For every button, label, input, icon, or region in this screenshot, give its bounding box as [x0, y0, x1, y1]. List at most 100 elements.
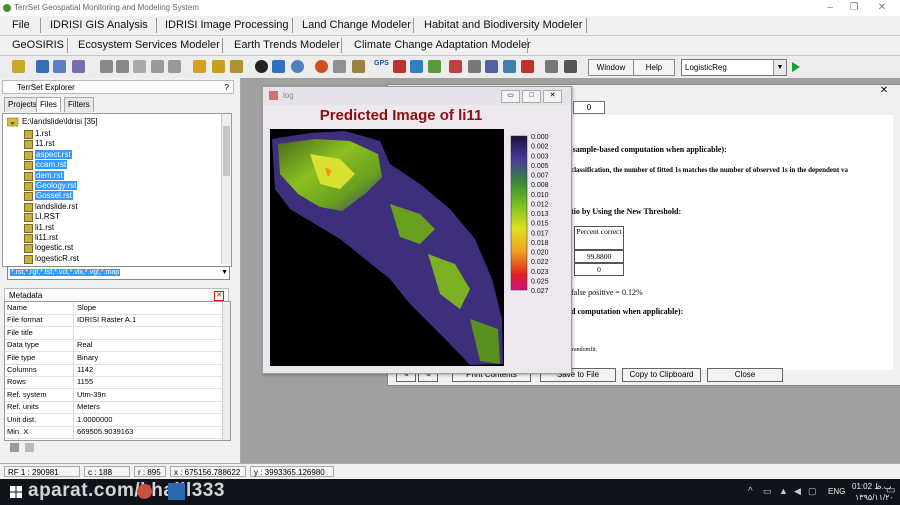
metadata-row[interactable]: Ref. system Utm-39n — [5, 388, 222, 402]
file-item[interactable]: aspect.rst — [24, 149, 72, 160]
zoom-out-icon[interactable] — [116, 60, 129, 73]
folder-path[interactable]: E:\landslide\ldrisi [35] — [22, 116, 98, 127]
file-item[interactable]: logestic.rst — [24, 242, 73, 254]
print-icon[interactable] — [545, 60, 558, 73]
notification-icon[interactable]: ▭ — [886, 485, 895, 496]
folder-open-icon[interactable] — [7, 117, 19, 127]
close-button[interactable]: Close — [707, 368, 783, 382]
chevron-down-icon[interactable]: ▼ — [773, 60, 786, 75]
metadata-row[interactable]: Min. X 669505.9039163 — [5, 426, 222, 439]
maximize-icon[interactable]: □ — [522, 90, 541, 103]
edit-icon[interactable] — [212, 60, 225, 73]
histogram-icon[interactable] — [393, 60, 406, 73]
metadata-row[interactable]: File type Binary — [5, 351, 222, 365]
language-indicator[interactable]: ENG — [828, 487, 845, 496]
file-item[interactable]: logesticR.rst — [24, 253, 79, 264]
metadata-row[interactable]: Columns 1142 — [5, 364, 222, 377]
open-file-icon[interactable] — [12, 60, 25, 73]
metadata-row[interactable]: Unit dist. 1.0000000 — [5, 413, 222, 427]
module-select[interactable]: LogisticReg ▼ — [681, 59, 787, 76]
layer-icon[interactable] — [72, 60, 85, 73]
tray-network-icon[interactable]: ▲ — [779, 486, 788, 496]
scale-icon[interactable] — [272, 60, 285, 73]
taskbar-app-icon[interactable] — [137, 484, 152, 499]
file-item[interactable]: Gossel.rst — [24, 190, 74, 202]
file-item[interactable]: 11.rst — [24, 138, 54, 150]
windows-start-icon[interactable] — [10, 486, 22, 498]
table-icon[interactable] — [468, 60, 481, 73]
image-display-window[interactable]: log ▭ □ ✕ Predicted Image of li11 0.000 … — [262, 86, 572, 374]
close-icon[interactable]: ✕ — [543, 90, 562, 103]
maximize-icon[interactable]: ❐ — [842, 1, 866, 15]
menu-gis-analysis[interactable]: IDRISI GIS Analysis — [46, 19, 152, 31]
info-icon[interactable] — [255, 60, 268, 73]
metadata-revert-icon[interactable] — [25, 443, 34, 452]
help-button[interactable]: Help — [633, 59, 675, 76]
composer-icon[interactable] — [53, 60, 66, 73]
file-item[interactable]: dem.rst — [24, 170, 64, 181]
metadata-save-icon[interactable] — [10, 443, 19, 452]
chevron-down-icon[interactable]: ▼ — [221, 267, 228, 279]
tray-battery-icon[interactable]: ▭ — [763, 486, 772, 497]
file-item[interactable]: landslide.rst — [24, 201, 78, 212]
file-item[interactable]: Geology.rst — [24, 180, 78, 191]
stretch-icon[interactable] — [428, 60, 441, 73]
tab-files[interactable]: Files — [36, 97, 61, 112]
help-icon[interactable]: ? — [225, 81, 229, 95]
shortcut-icon[interactable] — [521, 60, 534, 73]
macro-icon[interactable] — [449, 60, 462, 73]
file-list-scrollbar[interactable] — [221, 114, 231, 264]
close-icon[interactable]: ✕ — [868, 85, 900, 99]
placemark-icon[interactable] — [352, 60, 365, 73]
menu-climate-change[interactable]: Climate Change Adaptation Modeler — [350, 39, 535, 51]
gps-icon[interactable]: GPS — [374, 60, 389, 67]
calculator-icon[interactable] — [564, 60, 577, 73]
tab-filters[interactable]: Filters — [64, 97, 94, 112]
save-vector-icon[interactable] — [230, 60, 243, 73]
file-item[interactable]: LI.RST — [24, 211, 60, 223]
metadata-row[interactable]: File format IDRISI Raster A.1 — [5, 314, 222, 328]
minimize-icon[interactable]: – — [818, 1, 842, 15]
file-item[interactable]: 1.rst — [24, 128, 51, 139]
tray-chevron-icon[interactable]: ^ — [748, 486, 753, 497]
pan-icon[interactable] — [133, 60, 146, 73]
menu-image-processing[interactable]: IDRISI Image Processing — [161, 19, 293, 31]
copy-to-clipboard-button[interactable]: Copy to Clipboard — [622, 368, 701, 382]
tray-message-icon[interactable]: ▢ — [808, 486, 817, 497]
file-item[interactable]: li11.rst — [24, 232, 58, 243]
metadata-row[interactable]: File title — [5, 326, 222, 340]
menu-file[interactable]: File — [8, 19, 34, 31]
query-icon[interactable] — [168, 60, 181, 73]
metadata-row[interactable]: Ref. units Meters — [5, 401, 222, 415]
menu-earth-trends[interactable]: Earth Trends Modeler — [230, 39, 344, 51]
file-item[interactable]: ccam.rst — [24, 159, 68, 171]
metadata-row[interactable]: Data type Real — [5, 339, 222, 353]
metadata-scrollbar[interactable] — [222, 302, 230, 440]
run-icon[interactable] — [791, 61, 801, 73]
close-metadata-icon[interactable]: ✕ — [214, 291, 224, 301]
tools-icon[interactable] — [333, 60, 346, 73]
predicted-map-image[interactable] — [270, 129, 504, 366]
close-icon[interactable]: ✕ — [870, 1, 894, 15]
taskbar-terrset-icon[interactable] — [168, 483, 185, 500]
menu-habitat-biodiversity[interactable]: Habitat and Biodiversity Modeler — [420, 19, 586, 31]
measure-icon[interactable] — [151, 60, 164, 73]
globe-icon[interactable] — [291, 60, 304, 73]
zoom-in-icon[interactable] — [100, 60, 113, 73]
file-item[interactable]: li1.rst — [24, 222, 54, 233]
image-window-titlebar[interactable]: log ▭ □ ✕ — [263, 87, 571, 105]
menu-ecosystem-services[interactable]: Ecosystem Services Modeler — [74, 39, 224, 51]
metadata-row[interactable]: Name Slope — [5, 302, 222, 315]
target-icon[interactable] — [315, 60, 328, 73]
list-icon[interactable] — [503, 60, 516, 73]
display-icon[interactable] — [36, 60, 49, 73]
tray-volume-icon[interactable]: ◀ — [794, 486, 801, 497]
grid-icon[interactable] — [485, 60, 498, 73]
profile-icon[interactable] — [410, 60, 423, 73]
minimize-icon[interactable]: ▭ — [501, 90, 520, 103]
menu-geosiris[interactable]: GeOSIRIS — [8, 39, 68, 51]
file-filter-select[interactable]: *.rst,*.rgf,*.tsf,*.vct,*.vlx,*.vgf,*.ma… — [7, 266, 230, 280]
window-button[interactable]: Window — [588, 59, 634, 76]
metadata-row[interactable]: Rows 1155 — [5, 376, 222, 390]
menu-land-change-modeler[interactable]: Land Change Modeler — [298, 19, 415, 31]
